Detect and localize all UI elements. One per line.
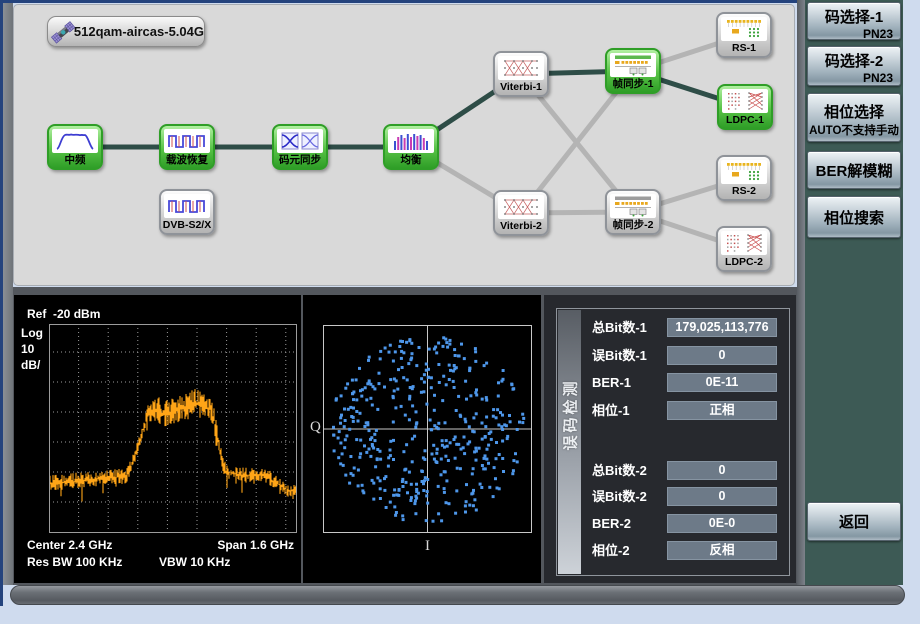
node-label: DVB-S2/X <box>163 218 211 233</box>
node-label: LDPC-1 <box>726 113 764 128</box>
ber-side-strip: 误码检测 <box>558 310 581 574</box>
scale-db: dB/ <box>21 358 40 372</box>
ber-row-value: 0E-0 <box>667 514 777 533</box>
scale-log: Log <box>21 326 43 340</box>
ber-row-value: 0E-11 <box>667 373 777 392</box>
node-label: LDPC-2 <box>725 255 763 270</box>
node-equalizer[interactable]: 均衡 <box>383 124 439 170</box>
node-frame-sync-1[interactable]: 帧同步-1 <box>605 48 661 94</box>
node-label: Viterbi-2 <box>500 219 542 234</box>
frame-structure-icon <box>612 54 654 76</box>
rbw-label: Res BW 100 KHz <box>27 555 122 569</box>
node-label: 均衡 <box>401 153 422 168</box>
sidebar: 码选择-1 PN23 码选择-2 PN23 相位选择 AUTO不支持手动 BER… <box>805 0 903 585</box>
node-ldpc-1[interactable]: LDPC-1 <box>717 84 773 130</box>
trellis-icon <box>501 196 541 218</box>
ber-row-label: 误Bit数-1 <box>592 346 647 365</box>
ber-row-label: 相位-1 <box>592 401 630 420</box>
eye-diagram-icon <box>280 130 320 152</box>
ref-label: Ref <box>27 307 46 321</box>
node-viterbi-1[interactable]: Viterbi-1 <box>493 51 549 97</box>
node-label: 码元同步 <box>279 153 321 168</box>
spectrum-panel: Ref -20 dBm Log 10 dB/ Center 2.4 GHz Sp… <box>14 295 301 583</box>
node-label: 帧同步-2 <box>613 218 654 233</box>
node-symbol-sync[interactable]: 码元同步 <box>272 124 328 170</box>
ber-row-value: 反相 <box>667 541 777 560</box>
ber-row-label: BER-1 <box>592 373 631 392</box>
node-rs-1[interactable]: RS-1 <box>716 12 772 58</box>
ber-panel: 误码检测 总Bit数-1 179,025,113,776 误Bit数-1 0 B… <box>544 295 796 583</box>
ber-row-label: BER-2 <box>592 514 631 533</box>
spectrum-plot <box>49 324 297 533</box>
sidebar-edge <box>797 0 805 585</box>
node-carrier-recovery[interactable]: 载波恢复 <box>159 124 215 170</box>
node-frame-sync-2[interactable]: 帧同步-2 <box>605 189 661 235</box>
node-if[interactable]: 中频 <box>47 124 103 170</box>
constellation-panel: Q I <box>303 295 541 583</box>
constellation-plot <box>323 325 532 533</box>
node-viterbi-2[interactable]: Viterbi-2 <box>493 190 549 236</box>
code-select-1-button[interactable]: 码选择-1 PN23 <box>807 2 901 40</box>
scale-10: 10 <box>21 342 34 356</box>
node-label: 帧同步-1 <box>613 77 654 92</box>
rs-coder-icon <box>724 161 764 183</box>
ber-row-value: 0 <box>667 346 777 365</box>
ber-row-value: 179,025,113,776 <box>667 318 777 337</box>
phase-search-button[interactable]: 相位搜索 <box>807 196 901 238</box>
rs-coder-icon <box>724 18 764 40</box>
node-ldpc-2[interactable]: LDPC-2 <box>716 226 772 272</box>
ber-deambiguity-button[interactable]: BER解模糊 <box>807 151 901 189</box>
signal-title-button[interactable]: 512qam-aircas-5.04G <box>47 16 205 47</box>
ldpc-matrix-icon <box>724 232 764 254</box>
ber-row-label: 总Bit数-2 <box>592 461 647 480</box>
ber-side-label: 误码检测 <box>559 378 580 450</box>
ber-row-label: 相位-2 <box>592 541 630 560</box>
ber-row-value: 0 <box>667 461 777 480</box>
back-button[interactable]: 返回 <box>807 502 901 541</box>
bottom-frame-bar <box>10 585 905 605</box>
q-axis-label: Q <box>310 419 321 436</box>
code-select-2-button[interactable]: 码选择-2 PN23 <box>807 46 901 86</box>
ber-row-value: 0 <box>667 487 777 506</box>
node-label: Viterbi-1 <box>500 80 542 95</box>
node-rs-2[interactable]: RS-2 <box>716 155 772 201</box>
spectrum-icon <box>55 130 95 152</box>
vbw-label: VBW 10 KHz <box>159 555 230 569</box>
node-label: 载波恢复 <box>166 153 208 168</box>
ber-row-label: 总Bit数-1 <box>592 318 647 337</box>
square-wave-icon <box>167 130 207 152</box>
frame-structure-icon <box>612 195 654 217</box>
ber-row-value: 正相 <box>667 401 777 420</box>
ref-value: -20 dBm <box>53 307 100 321</box>
phase-select-button[interactable]: 相位选择 AUTO不支持手动 <box>807 93 901 142</box>
ldpc-matrix-icon <box>725 90 765 112</box>
frame-gray-strip <box>3 3 13 585</box>
square-wave-icon <box>167 195 207 217</box>
node-label: RS-1 <box>732 41 756 56</box>
equalizer-bars-icon <box>391 130 431 152</box>
signal-title: 512qam-aircas-5.04G <box>74 24 204 39</box>
span-freq: Span 1.6 GHz <box>217 538 294 552</box>
node-label: RS-2 <box>732 184 756 199</box>
i-axis-label: I <box>425 538 430 555</box>
ber-row-label: 误Bit数-2 <box>592 487 647 506</box>
center-freq: Center 2.4 GHz <box>27 538 112 552</box>
trellis-icon <box>501 57 541 79</box>
node-label: 中频 <box>65 153 86 168</box>
satellite-icon <box>50 17 76 47</box>
node-dvb-s2x[interactable]: DVB-S2/X <box>159 189 215 235</box>
